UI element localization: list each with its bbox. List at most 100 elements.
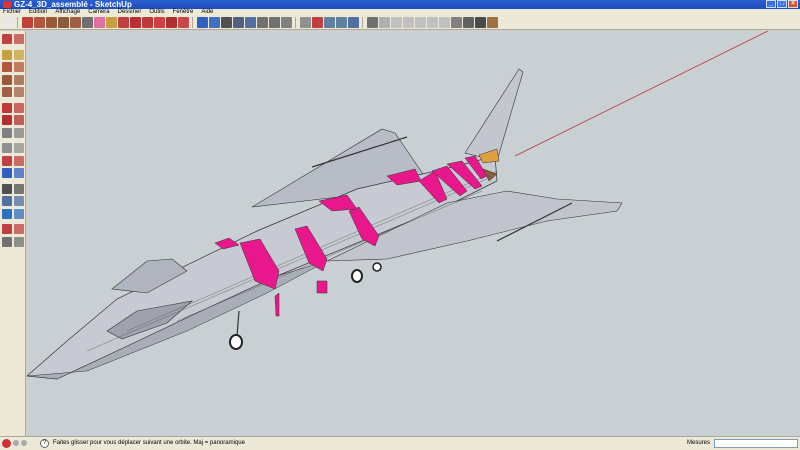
rotate-icon[interactable] xyxy=(2,115,12,126)
zoom-window-icon[interactable] xyxy=(233,17,244,28)
dimension-icon[interactable] xyxy=(14,143,24,154)
component-icon[interactable] xyxy=(14,34,24,45)
back-view-icon[interactable] xyxy=(427,17,438,28)
zoom-extents-icon[interactable] xyxy=(14,208,24,219)
menu-fichier[interactable]: Fichier xyxy=(3,9,21,16)
follow-me-icon[interactable] xyxy=(154,17,165,28)
eraser-icon[interactable] xyxy=(14,49,24,60)
rectangle-icon[interactable] xyxy=(2,62,12,73)
window-title: GZ-4_3D_assemblé - SketchUp xyxy=(14,0,132,9)
menu-aide[interactable]: Aide xyxy=(201,9,213,16)
pan-icon[interactable] xyxy=(209,17,220,28)
next-view-icon[interactable] xyxy=(269,17,280,28)
red-axis-line xyxy=(514,31,769,157)
3d-text-icon[interactable] xyxy=(348,17,359,28)
menu-outils[interactable]: Outils xyxy=(149,9,164,16)
tools-sidebar xyxy=(0,31,26,436)
axes-icon[interactable] xyxy=(2,168,12,179)
offset-icon[interactable] xyxy=(14,127,24,138)
arc-icon[interactable] xyxy=(14,74,24,85)
top-view-icon[interactable] xyxy=(391,17,402,28)
previous-view-icon[interactable] xyxy=(257,17,268,28)
geolocation-icon[interactable] xyxy=(2,439,11,448)
polygon-icon[interactable] xyxy=(70,17,81,28)
circle-icon[interactable] xyxy=(46,17,57,28)
maximize-button[interactable]: □ xyxy=(777,0,787,8)
modeling-viewport[interactable] xyxy=(27,31,800,436)
minimize-button[interactable]: _ xyxy=(766,0,776,8)
push-pull-icon[interactable] xyxy=(14,102,24,113)
toolbar-separator xyxy=(362,17,366,28)
rectangle-icon[interactable] xyxy=(34,17,45,28)
scale-icon[interactable] xyxy=(166,17,177,28)
measures-input[interactable] xyxy=(714,439,798,448)
left-view-icon[interactable] xyxy=(439,17,450,28)
shaded-icon[interactable] xyxy=(475,17,486,28)
tape-icon[interactable] xyxy=(2,143,12,154)
xray-icon[interactable] xyxy=(451,17,462,28)
sketchup-app-icon xyxy=(3,1,11,8)
tape-measure-icon[interactable] xyxy=(281,17,292,28)
close-button[interactable]: × xyxy=(788,0,798,8)
arc-icon[interactable] xyxy=(58,17,69,28)
move-icon[interactable] xyxy=(2,102,12,113)
walk-icon[interactable] xyxy=(14,224,24,235)
main-toolbar xyxy=(0,16,800,30)
zoom-icon[interactable] xyxy=(2,196,12,207)
pan-icon[interactable] xyxy=(14,183,24,194)
frame-11 xyxy=(274,292,280,317)
zoom-extents-icon[interactable] xyxy=(245,17,256,28)
pencil-icon[interactable] xyxy=(22,17,33,28)
menu-affichage[interactable]: Affichage xyxy=(55,9,80,16)
wireframe-icon[interactable] xyxy=(463,17,474,28)
front-view-icon[interactable] xyxy=(403,17,414,28)
menu-edition[interactable]: Edition xyxy=(29,9,47,16)
dimension-icon[interactable] xyxy=(324,17,335,28)
nose-gear-wheel xyxy=(229,334,243,350)
move-icon[interactable] xyxy=(130,17,141,28)
look-around-icon[interactable] xyxy=(2,236,12,247)
paint-icon[interactable] xyxy=(2,49,12,60)
credits-icon[interactable] xyxy=(13,440,19,446)
model-canvas[interactable] xyxy=(27,31,800,436)
orbit-icon[interactable] xyxy=(2,183,12,194)
paint-bucket-icon[interactable] xyxy=(106,17,117,28)
protractor-icon[interactable] xyxy=(300,17,311,28)
textured-icon[interactable] xyxy=(487,17,498,28)
text-icon[interactable] xyxy=(14,155,24,166)
position-camera-icon[interactable] xyxy=(2,224,12,235)
rotate-icon[interactable] xyxy=(142,17,153,28)
zoom-icon[interactable] xyxy=(221,17,232,28)
polygon-icon[interactable] xyxy=(2,87,12,98)
main-gear-wheel xyxy=(351,269,363,283)
push-pull-icon[interactable] xyxy=(118,17,129,28)
protractor-icon[interactable] xyxy=(2,155,12,166)
3d-text-icon[interactable] xyxy=(14,168,24,179)
text-icon[interactable] xyxy=(336,17,347,28)
eraser-icon[interactable] xyxy=(94,17,105,28)
freehand-icon[interactable] xyxy=(82,17,93,28)
freehand-icon[interactable] xyxy=(14,87,24,98)
axes-icon[interactable] xyxy=(312,17,323,28)
iso-view-icon[interactable] xyxy=(379,17,390,28)
previous-icon[interactable] xyxy=(2,208,12,219)
menu-fenetre[interactable]: Fenêtre xyxy=(173,9,194,16)
menu-camera[interactable]: Caméra xyxy=(88,9,109,16)
user-icon[interactable] xyxy=(21,440,27,446)
menu-dessiner[interactable]: Dessiner xyxy=(118,9,142,16)
circle-icon[interactable] xyxy=(2,74,12,85)
section-icon[interactable] xyxy=(14,236,24,247)
select-arrow-icon[interactable] xyxy=(3,17,14,28)
orbit-icon[interactable] xyxy=(197,17,208,28)
help-icon[interactable]: ? xyxy=(40,439,49,448)
zoom-window-icon[interactable] xyxy=(14,196,24,207)
toolbar-separator xyxy=(192,17,196,28)
window-titlebar: GZ-4_3D_assemblé - SketchUp _ □ × xyxy=(0,0,800,9)
line-icon[interactable] xyxy=(14,62,24,73)
follow-me-icon[interactable] xyxy=(14,115,24,126)
section-plane-icon[interactable] xyxy=(367,17,378,28)
right-view-icon[interactable] xyxy=(415,17,426,28)
scale-icon[interactable] xyxy=(2,127,12,138)
select-icon[interactable] xyxy=(2,34,12,45)
offset-icon[interactable] xyxy=(178,17,189,28)
